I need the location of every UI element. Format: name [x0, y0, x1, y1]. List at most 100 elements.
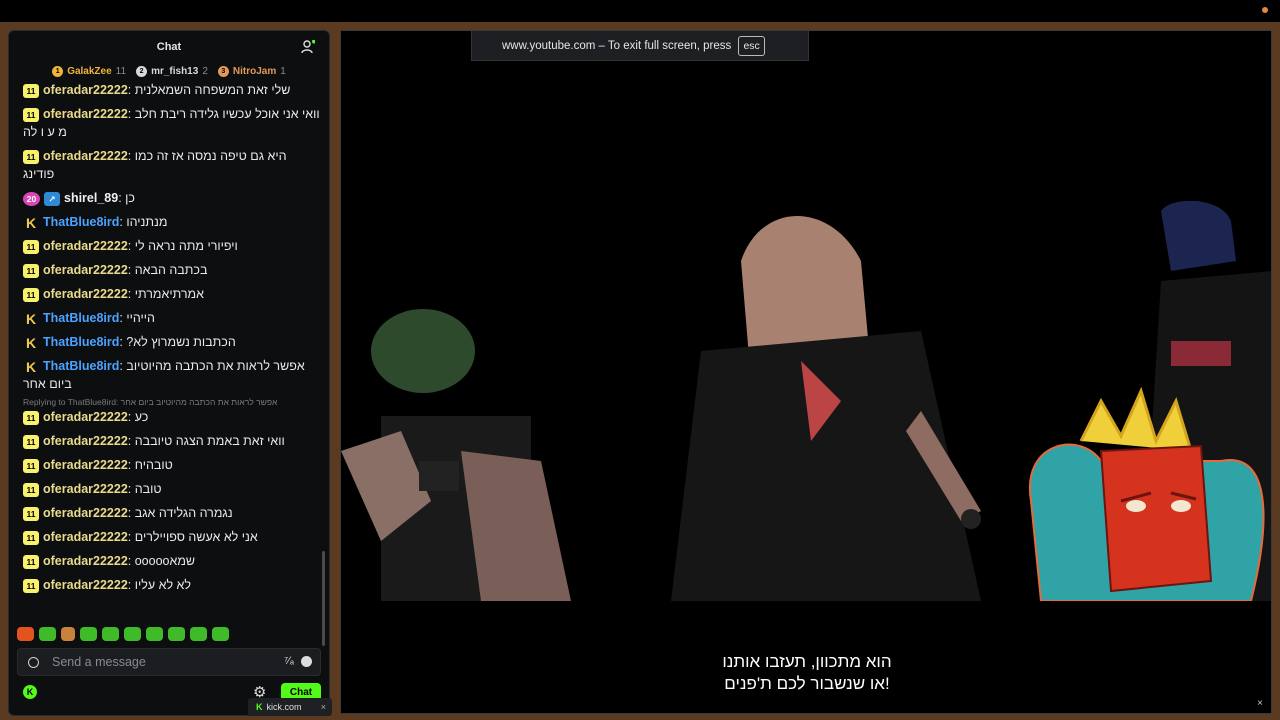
envelope-emote-icon[interactable]: [61, 627, 75, 641]
chat-message[interactable]: 11 oferadar22222: היא גם טיפה נמסה אז זה …: [23, 147, 321, 183]
leader-count: 2: [202, 65, 208, 77]
chat-message[interactable]: 11 oferadar22222: וואי זאת באמת הצגה טיוב…: [23, 432, 321, 450]
leader-entry[interactable]: 2 mr_fish13 2: [136, 65, 208, 77]
chat-colon: :: [127, 239, 135, 253]
chat-text: אמרתיאמרתי: [134, 287, 204, 301]
top-bar: [0, 0, 1280, 22]
chat-message[interactable]: 11 oferadar22222: נגמרה הגלידה אגב: [23, 504, 321, 522]
leader-count: 11: [115, 65, 127, 77]
close-icon[interactable]: ×: [1257, 698, 1263, 709]
chat-username[interactable]: oferadar22222: [43, 287, 128, 301]
chat-username[interactable]: ThatBlue8ird: [43, 335, 119, 349]
chat-title: Chat: [156, 41, 182, 53]
chat-username[interactable]: shirel_89: [64, 191, 118, 205]
chat-message[interactable]: 11 oferadar22222: לא לא עליו: [23, 576, 321, 594]
chat-username[interactable]: oferadar22222: [43, 239, 128, 253]
leader-name: NitroJam: [232, 65, 277, 77]
chat-username[interactable]: oferadar22222: [43, 263, 128, 277]
chat-text: הכתבות נשמרוץ לא?: [126, 335, 236, 349]
sub-badge: 11: [23, 263, 39, 278]
sub-badge: 11: [23, 83, 39, 98]
tab-label: kick.com: [266, 702, 302, 712]
leader-entry[interactable]: 1 GalakZee 11: [52, 65, 127, 77]
leader-entry[interactable]: 3 NitroJam 1: [217, 65, 286, 77]
chat-username[interactable]: oferadar22222: [43, 578, 128, 592]
performer-left: [341, 309, 571, 601]
chat-colon: :: [127, 263, 135, 277]
emote-icon[interactable]: [124, 627, 141, 641]
performer-center: [671, 216, 981, 601]
chat-message[interactable]: 11 oferadar22222: שלי זאת המשפחה השמאלנית: [23, 81, 321, 99]
sub-badge: K: [25, 334, 37, 351]
chat-message[interactable]: 11 oferadar22222: וואי אני אוכל עכשיו גלי…: [23, 105, 321, 141]
emote-icon[interactable]: [39, 627, 56, 641]
sub-badge: 11: [23, 410, 39, 425]
video-frame: [341, 201, 1271, 601]
emote-bar: [17, 627, 321, 643]
users-icon[interactable]: [301, 40, 315, 54]
chat-username[interactable]: oferadar22222: [43, 83, 128, 97]
chat-message[interactable]: 11 oferadar22222: ויפיורי מתה נראה לי: [23, 237, 321, 255]
chat-username[interactable]: oferadar22222: [43, 554, 128, 568]
chat-username[interactable]: ThatBlue8ird: [43, 359, 119, 373]
chat-username[interactable]: oferadar22222: [43, 410, 128, 424]
chat-message[interactable]: 11 oferadar22222: שמאooooo: [23, 552, 321, 570]
chat-message[interactable]: K ThatBlue8ird: הייהיי: [23, 309, 321, 327]
emote-icon[interactable]: [190, 627, 207, 641]
chat-colon: :: [127, 578, 135, 592]
chat-username[interactable]: oferadar22222: [43, 482, 128, 496]
reply-preview: Replying to ThatBlue8ird: אפשר לראות את …: [23, 397, 278, 407]
emote-icon[interactable]: [102, 627, 119, 641]
chat-message[interactable]: 20 ↗ shirel_89: כן: [23, 189, 321, 207]
chat-message[interactable]: 11 oferadar22222: כע: [23, 408, 321, 426]
chat-message[interactable]: K ThatBlue8ird: אפשר לראות את הכתבה מהיוט…: [23, 357, 321, 393]
chat-message[interactable]: 11 oferadar22222: אני לא אעשה ספויילרים: [23, 528, 321, 546]
chat-message[interactable]: 11 oferadar22222: טובהיח: [23, 456, 321, 474]
emote-icon[interactable]: [146, 627, 163, 641]
emoji-icon[interactable]: [301, 656, 312, 667]
emote-icon[interactable]: [212, 627, 229, 641]
emote-icon[interactable]: [168, 627, 185, 641]
leader-count: 1: [280, 65, 286, 77]
chat-username[interactable]: oferadar22222: [43, 506, 128, 520]
sub-badge: 11: [23, 239, 39, 254]
chat-username[interactable]: oferadar22222: [43, 530, 128, 544]
chat-messages[interactable]: 11 oferadar22222: שלי זאת המשפחה השמאלנית…: [9, 81, 321, 649]
sub-badge: 11: [23, 530, 39, 545]
chat-username[interactable]: oferadar22222: [43, 149, 128, 163]
chat-text: נגמרה הגלידה אגב: [134, 506, 233, 520]
close-icon[interactable]: ×: [321, 698, 326, 716]
video-player[interactable]: www.youtube.com – To exit full screen, p…: [340, 30, 1272, 714]
chat-text: מנתניהו: [126, 215, 168, 229]
chat-text: ויפיורי מתה נראה לי: [134, 239, 238, 253]
chat-message[interactable]: 11 oferadar22222: בכתבה הבאה: [23, 261, 321, 279]
sub-badge: K: [25, 358, 37, 375]
translate-icon[interactable]: ⁷⁄ₐ: [284, 655, 294, 667]
fire-emote-icon[interactable]: [17, 627, 34, 641]
chat-text: כן: [125, 191, 135, 205]
chat-colon: :: [127, 410, 135, 424]
chat-message[interactable]: 11 oferadar22222: אמרתיאמרתי: [23, 285, 321, 303]
chat-text: שלי זאת המשפחה השמאלנית: [134, 83, 291, 97]
chat-username[interactable]: oferadar22222: [43, 434, 128, 448]
chat-colon: :: [127, 530, 135, 544]
chat-colon: :: [127, 482, 135, 496]
chat-text: טובה: [134, 482, 162, 496]
chat-message[interactable]: K ThatBlue8ird: הכתבות נשמרוץ לא?: [23, 333, 321, 351]
chat-colon: :: [127, 287, 135, 301]
chat-message[interactable]: 11 oferadar22222: טובה: [23, 480, 321, 498]
sub-badge: K: [25, 214, 37, 231]
chat-username[interactable]: ThatBlue8ird: [43, 311, 119, 325]
chat-username[interactable]: ThatBlue8ird: [43, 215, 119, 229]
chat-username[interactable]: oferadar22222: [43, 107, 128, 121]
message-input[interactable]: Send a message ⁷⁄ₐ: [17, 648, 321, 676]
chat-username[interactable]: oferadar22222: [43, 458, 128, 472]
chat-colon: :: [127, 554, 135, 568]
tab-kick[interactable]: Kkick.com ×: [248, 698, 332, 716]
emote-icon[interactable]: [80, 627, 97, 641]
leader-name: GalakZee: [67, 65, 112, 77]
chat-colon: :: [127, 434, 135, 448]
kick-tab-icon: K: [256, 702, 263, 712]
chat-scrollbar[interactable]: [322, 551, 325, 646]
chat-message[interactable]: K ThatBlue8ird: מנתניהו: [23, 213, 321, 231]
